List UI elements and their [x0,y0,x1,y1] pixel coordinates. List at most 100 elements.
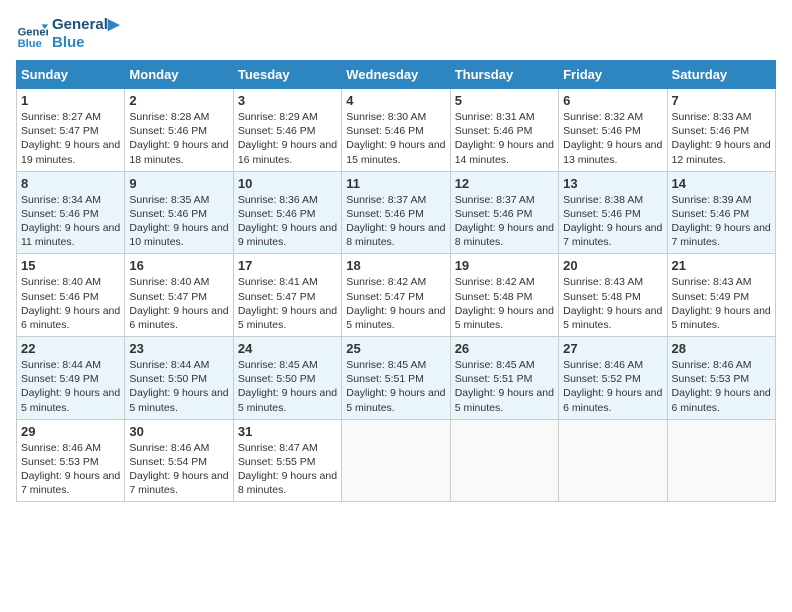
day-number: 9 [129,176,228,191]
calendar-cell: 27 Sunrise: 8:46 AM Sunset: 5:52 PM Dayl… [559,337,667,420]
calendar-cell [559,419,667,502]
day-number: 26 [455,341,554,356]
day-header-sunday: Sunday [17,61,125,89]
calendar-cell: 26 Sunrise: 8:45 AM Sunset: 5:51 PM Dayl… [450,337,558,420]
calendar-cell: 23 Sunrise: 8:44 AM Sunset: 5:50 PM Dayl… [125,337,233,420]
day-info: Sunrise: 8:33 AM Sunset: 5:46 PM Dayligh… [672,110,771,167]
calendar-cell: 11 Sunrise: 8:37 AM Sunset: 5:46 PM Dayl… [342,171,450,254]
day-info: Sunrise: 8:37 AM Sunset: 5:46 PM Dayligh… [346,193,445,250]
day-number: 13 [563,176,662,191]
calendar-cell: 5 Sunrise: 8:31 AM Sunset: 5:46 PM Dayli… [450,89,558,172]
day-info: Sunrise: 8:43 AM Sunset: 5:48 PM Dayligh… [563,275,662,332]
calendar-week-row: 22 Sunrise: 8:44 AM Sunset: 5:49 PM Dayl… [17,337,776,420]
calendar-table: SundayMondayTuesdayWednesdayThursdayFrid… [16,60,776,502]
day-header-friday: Friday [559,61,667,89]
calendar-cell: 17 Sunrise: 8:41 AM Sunset: 5:47 PM Dayl… [233,254,341,337]
calendar-cell: 18 Sunrise: 8:42 AM Sunset: 5:47 PM Dayl… [342,254,450,337]
day-number: 18 [346,258,445,273]
day-number: 28 [672,341,771,356]
calendar-cell [450,419,558,502]
day-info: Sunrise: 8:46 AM Sunset: 5:53 PM Dayligh… [672,358,771,415]
svg-text:General: General [18,27,48,39]
day-info: Sunrise: 8:39 AM Sunset: 5:46 PM Dayligh… [672,193,771,250]
calendar-cell: 25 Sunrise: 8:45 AM Sunset: 5:51 PM Dayl… [342,337,450,420]
day-number: 2 [129,93,228,108]
day-number: 27 [563,341,662,356]
day-info: Sunrise: 8:46 AM Sunset: 5:53 PM Dayligh… [21,441,120,498]
day-number: 31 [238,424,337,439]
day-number: 12 [455,176,554,191]
day-number: 16 [129,258,228,273]
calendar-cell: 21 Sunrise: 8:43 AM Sunset: 5:49 PM Dayl… [667,254,775,337]
calendar-week-row: 8 Sunrise: 8:34 AM Sunset: 5:46 PM Dayli… [17,171,776,254]
day-info: Sunrise: 8:35 AM Sunset: 5:46 PM Dayligh… [129,193,228,250]
day-number: 5 [455,93,554,108]
calendar-cell: 14 Sunrise: 8:39 AM Sunset: 5:46 PM Dayl… [667,171,775,254]
day-header-saturday: Saturday [667,61,775,89]
calendar-cell: 9 Sunrise: 8:35 AM Sunset: 5:46 PM Dayli… [125,171,233,254]
day-number: 8 [21,176,120,191]
day-info: Sunrise: 8:38 AM Sunset: 5:46 PM Dayligh… [563,193,662,250]
calendar-cell: 3 Sunrise: 8:29 AM Sunset: 5:46 PM Dayli… [233,89,341,172]
day-info: Sunrise: 8:31 AM Sunset: 5:46 PM Dayligh… [455,110,554,167]
day-info: Sunrise: 8:46 AM Sunset: 5:54 PM Dayligh… [129,441,228,498]
calendar-cell: 2 Sunrise: 8:28 AM Sunset: 5:46 PM Dayli… [125,89,233,172]
day-info: Sunrise: 8:36 AM Sunset: 5:46 PM Dayligh… [238,193,337,250]
calendar-cell: 6 Sunrise: 8:32 AM Sunset: 5:46 PM Dayli… [559,89,667,172]
day-header-thursday: Thursday [450,61,558,89]
day-number: 4 [346,93,445,108]
day-info: Sunrise: 8:37 AM Sunset: 5:46 PM Dayligh… [455,193,554,250]
day-number: 15 [21,258,120,273]
calendar-cell: 12 Sunrise: 8:37 AM Sunset: 5:46 PM Dayl… [450,171,558,254]
calendar-cell: 29 Sunrise: 8:46 AM Sunset: 5:53 PM Dayl… [17,419,125,502]
day-number: 17 [238,258,337,273]
logo-line1: General▶ [52,16,119,34]
calendar-week-row: 15 Sunrise: 8:40 AM Sunset: 5:46 PM Dayl… [17,254,776,337]
day-info: Sunrise: 8:45 AM Sunset: 5:51 PM Dayligh… [455,358,554,415]
day-info: Sunrise: 8:28 AM Sunset: 5:46 PM Dayligh… [129,110,228,167]
calendar-cell: 15 Sunrise: 8:40 AM Sunset: 5:46 PM Dayl… [17,254,125,337]
day-header-monday: Monday [125,61,233,89]
calendar-cell: 19 Sunrise: 8:42 AM Sunset: 5:48 PM Dayl… [450,254,558,337]
day-info: Sunrise: 8:30 AM Sunset: 5:46 PM Dayligh… [346,110,445,167]
calendar-header-row: SundayMondayTuesdayWednesdayThursdayFrid… [17,61,776,89]
calendar-cell: 16 Sunrise: 8:40 AM Sunset: 5:47 PM Dayl… [125,254,233,337]
day-header-wednesday: Wednesday [342,61,450,89]
day-number: 7 [672,93,771,108]
calendar-week-row: 1 Sunrise: 8:27 AM Sunset: 5:47 PM Dayli… [17,89,776,172]
day-info: Sunrise: 8:32 AM Sunset: 5:46 PM Dayligh… [563,110,662,167]
day-number: 14 [672,176,771,191]
day-number: 11 [346,176,445,191]
calendar-cell: 22 Sunrise: 8:44 AM Sunset: 5:49 PM Dayl… [17,337,125,420]
day-info: Sunrise: 8:42 AM Sunset: 5:47 PM Dayligh… [346,275,445,332]
day-info: Sunrise: 8:45 AM Sunset: 5:51 PM Dayligh… [346,358,445,415]
day-info: Sunrise: 8:44 AM Sunset: 5:50 PM Dayligh… [129,358,228,415]
day-number: 21 [672,258,771,273]
day-number: 29 [21,424,120,439]
day-number: 10 [238,176,337,191]
day-info: Sunrise: 8:43 AM Sunset: 5:49 PM Dayligh… [672,275,771,332]
logo-line2: Blue [52,34,119,52]
calendar-cell: 1 Sunrise: 8:27 AM Sunset: 5:47 PM Dayli… [17,89,125,172]
logo: General Blue General▶ Blue [16,16,119,52]
calendar-week-row: 29 Sunrise: 8:46 AM Sunset: 5:53 PM Dayl… [17,419,776,502]
day-info: Sunrise: 8:34 AM Sunset: 5:46 PM Dayligh… [21,193,120,250]
day-info: Sunrise: 8:41 AM Sunset: 5:47 PM Dayligh… [238,275,337,332]
calendar-cell [667,419,775,502]
day-header-tuesday: Tuesday [233,61,341,89]
day-info: Sunrise: 8:46 AM Sunset: 5:52 PM Dayligh… [563,358,662,415]
day-number: 23 [129,341,228,356]
day-number: 3 [238,93,337,108]
day-number: 20 [563,258,662,273]
calendar-cell: 20 Sunrise: 8:43 AM Sunset: 5:48 PM Dayl… [559,254,667,337]
calendar-cell: 4 Sunrise: 8:30 AM Sunset: 5:46 PM Dayli… [342,89,450,172]
day-number: 19 [455,258,554,273]
day-number: 30 [129,424,228,439]
day-info: Sunrise: 8:42 AM Sunset: 5:48 PM Dayligh… [455,275,554,332]
calendar-cell: 30 Sunrise: 8:46 AM Sunset: 5:54 PM Dayl… [125,419,233,502]
calendar-cell: 7 Sunrise: 8:33 AM Sunset: 5:46 PM Dayli… [667,89,775,172]
calendar-cell: 10 Sunrise: 8:36 AM Sunset: 5:46 PM Dayl… [233,171,341,254]
day-number: 6 [563,93,662,108]
day-info: Sunrise: 8:47 AM Sunset: 5:55 PM Dayligh… [238,441,337,498]
calendar-cell [342,419,450,502]
